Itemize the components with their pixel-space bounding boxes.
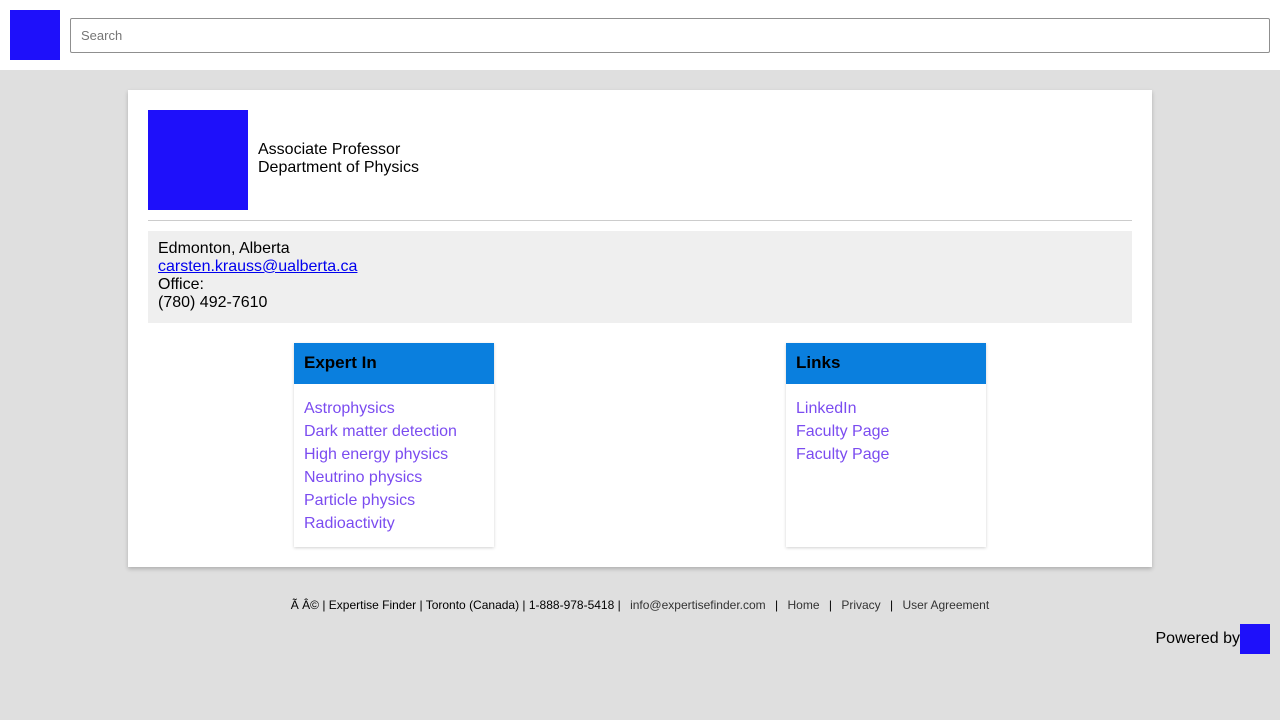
search-input[interactable]	[70, 18, 1270, 53]
footer-separator: |	[775, 598, 779, 612]
email-link[interactable]: carsten.krauss@ualberta.ca	[158, 258, 357, 275]
powered-by-logo-icon[interactable]	[1240, 624, 1270, 654]
footer-separator: |	[890, 598, 894, 612]
profile-photo	[148, 110, 248, 210]
profile-titles: Associate Professor Department of Physic…	[258, 141, 419, 177]
site-logo-icon[interactable]	[10, 10, 60, 60]
phone-text: (780) 492-7610	[158, 294, 268, 311]
office-label: Office:	[158, 276, 204, 293]
expertise-item[interactable]: Dark matter detection	[304, 420, 484, 443]
expertise-item[interactable]: Astrophysics	[304, 397, 484, 420]
footer-privacy-link[interactable]: Privacy	[841, 598, 880, 612]
expert-in-panel: Expert In Astrophysics Dark matter detec…	[294, 343, 494, 547]
profile-card: Associate Professor Department of Physic…	[128, 90, 1152, 567]
footer-copyright: Ã Â© | Expertise Finder | Toronto (Canad…	[290, 598, 621, 612]
powered-by-label: Powered by	[1155, 630, 1241, 647]
links-heading: Links	[786, 343, 986, 384]
footer-agreement-link[interactable]: User Agreement	[902, 598, 989, 612]
divider	[148, 220, 1132, 221]
expertise-item[interactable]: Radioactivity	[304, 512, 484, 535]
footer-email-link[interactable]: info@expertisefinder.com	[630, 598, 766, 612]
powered-by: Powered by	[1155, 624, 1270, 654]
profile-department: Department of Physics	[258, 159, 419, 176]
link-item-faculty-page[interactable]: Faculty Page	[796, 420, 976, 443]
profile-title: Associate Professor	[258, 141, 401, 158]
links-panel: Links LinkedIn Faculty Page Faculty Page	[786, 343, 986, 547]
footer-separator: |	[828, 598, 832, 612]
top-bar	[0, 0, 1280, 70]
footer: Ã Â© | Expertise Finder | Toronto (Canad…	[0, 598, 1280, 612]
expertise-item[interactable]: High energy physics	[304, 443, 484, 466]
footer-home-link[interactable]: Home	[787, 598, 819, 612]
location-text: Edmonton, Alberta	[158, 240, 290, 257]
links-list: LinkedIn Faculty Page Faculty Page	[786, 384, 986, 466]
expertise-item[interactable]: Neutrino physics	[304, 466, 484, 489]
contact-info: Edmonton, Alberta carsten.krauss@ualbert…	[148, 231, 1132, 323]
link-item-linkedin[interactable]: LinkedIn	[796, 397, 976, 420]
link-item-faculty-page[interactable]: Faculty Page	[796, 443, 976, 466]
expert-in-heading: Expert In	[294, 343, 494, 384]
expertise-item[interactable]: Particle physics	[304, 489, 484, 512]
expert-in-list: Astrophysics Dark matter detection High …	[294, 384, 494, 535]
